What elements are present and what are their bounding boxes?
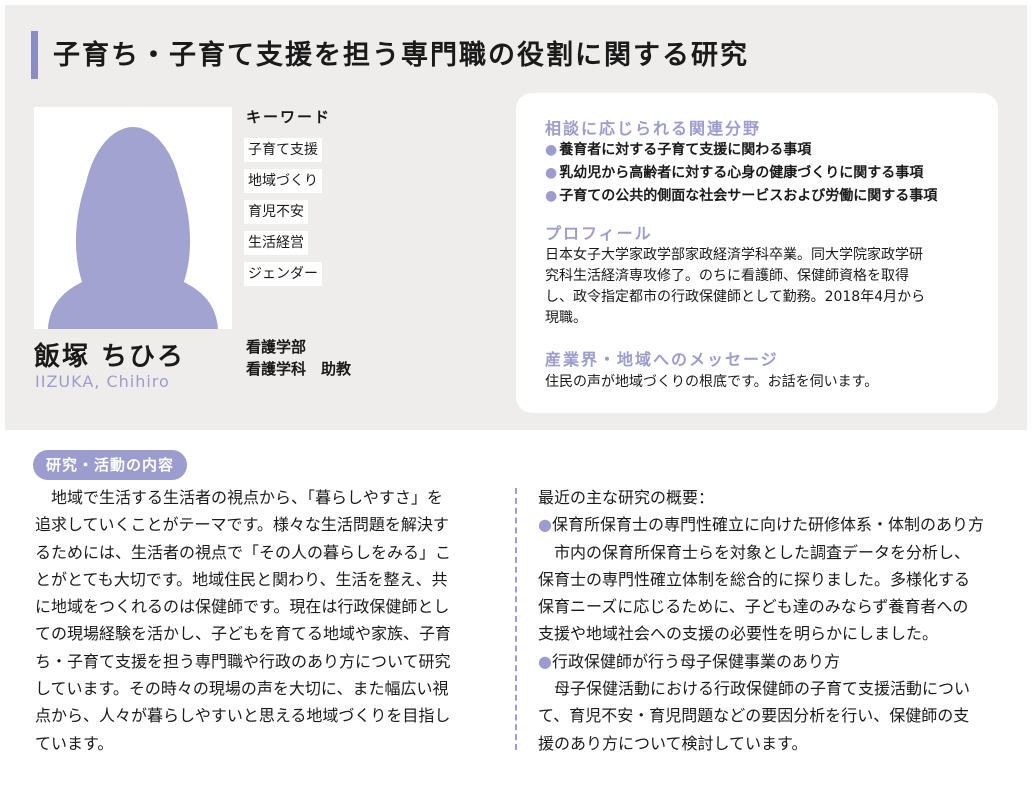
summary-intro: 最近の主な研究の概要： — [538, 488, 715, 507]
consult-list: ● 養育者に対する子育て支援に関わる事項 ● 乳幼児から高齢者に対する心身の健康づく… — [545, 139, 937, 208]
topic-title: ●保育所保育士の専門性確立に向けた研修体系・体制のあり方 — [538, 515, 984, 535]
keywords-label: キーワード — [246, 108, 332, 126]
info-card: 相談に応じられる関連分野 ● 養育者に対する子育て支援に関わる事項 ● 乳幼児から高… — [516, 93, 998, 413]
keyword-chip: 地域づくり — [244, 169, 322, 193]
topic-text: 市内の保育所保育士らを対象とした調査データを分析し、 保育士の専門性確立体制を総… — [538, 542, 971, 644]
person-silhouette-icon — [48, 127, 218, 329]
message-text: 住民の声が地域づくりの根底です。お話を伺います。 — [545, 374, 879, 390]
faculty: 看護学部 — [246, 338, 307, 356]
consult-item: ● 乳幼児から高齢者に対する心身の健康づくりに関する事項 — [545, 165, 924, 181]
bullet-icon: ● — [545, 142, 558, 158]
profile-photo — [34, 107, 232, 329]
research-description: 地域で生活する生活者の視点から、「暮らしやすさ」を 追求していくことがテーマです… — [35, 488, 452, 753]
bullet-icon: ● — [538, 515, 552, 535]
consult-item: ● 養育者に対する子育て支援に関わる事項 — [545, 142, 812, 158]
keyword-chip: 育児不安 — [244, 200, 308, 224]
person-romaji: IIZUKA, Chihiro — [35, 372, 170, 391]
consult-item: ● 子育ての公共的側面な社会サービスおよび労働に関する事項 — [545, 188, 938, 204]
position: 看護学科 助教 — [246, 360, 352, 378]
consult-heading: 相談に応じられる関連分野 — [545, 119, 762, 138]
keyword-chip: ジェンダー — [244, 262, 322, 286]
person-name: 飯塚 ちひろ — [34, 342, 186, 372]
bullet-icon: ● — [545, 165, 558, 181]
column-divider — [515, 488, 517, 750]
keywords-list: 子育て支援 地域づくり 育児不安 生活経営 ジェンダー — [244, 138, 322, 293]
bullet-icon: ● — [538, 651, 552, 671]
topic-title: ●行政保健師が行う母子保健事業のあり方 — [538, 651, 840, 671]
title-accent-bar — [31, 31, 38, 79]
affiliation: 看護学部 看護学科 助教 — [246, 336, 351, 380]
page-title: 子育ち・子育て支援を担う専門職の役割に関する研究 — [53, 40, 749, 71]
message-heading: 産業界・地域へのメッセージ — [545, 350, 779, 369]
profile-text: 日本女子大学家政学部家政経済学科卒業。同大学院家政学研 究科生活経済専攻修了。の… — [545, 247, 926, 326]
research-summary: 最近の主な研究の概要： ●保育所保育士の専門性確立に向けた研修体系・体制のあり方… — [538, 484, 1008, 757]
keyword-chip: 子育て支援 — [244, 138, 322, 162]
keyword-chip: 生活経営 — [244, 231, 308, 255]
topic-text: 母子保健活動における行政保健師の子育て支援活動につい て、育児不安・育児問題など… — [538, 679, 971, 753]
research-section-label: 研究・活動の内容 — [33, 450, 187, 480]
bullet-icon: ● — [545, 188, 558, 204]
profile-heading: プロフィール — [545, 224, 653, 243]
